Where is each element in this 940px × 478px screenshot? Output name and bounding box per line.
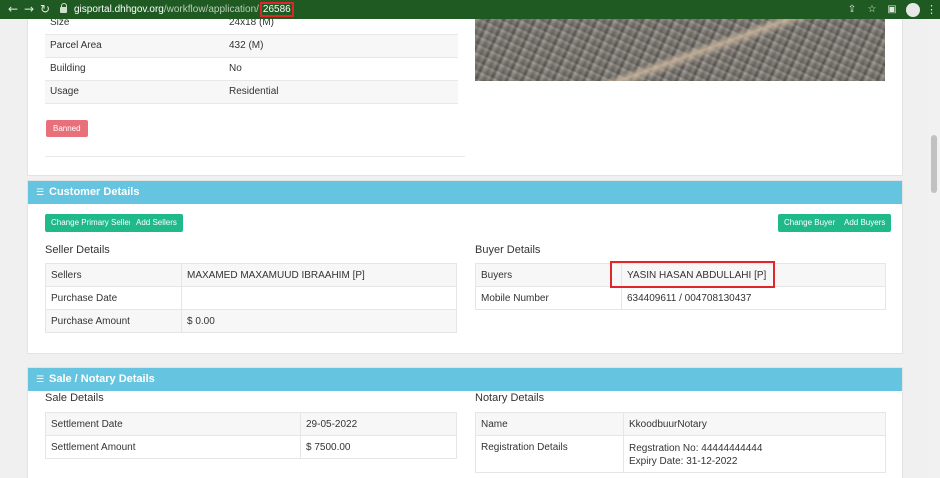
sale-value: $ 7500.00 <box>300 435 457 459</box>
page-scrollbar[interactable] <box>928 19 940 478</box>
parcel-aerial-map[interactable] <box>475 19 885 81</box>
property-card: Size 24x18 (M) Parcel Area 432 (M) Buildin… <box>27 19 903 176</box>
section-title-text: Sale / Notary Details <box>49 373 155 385</box>
address-bar[interactable]: gisportal.dhhgov.org/workflow/applicatio… <box>60 0 294 19</box>
registration-details-value: Regstration No: 44444444444 Expiry Date:… <box>623 435 886 473</box>
property-label: Size <box>45 19 224 35</box>
sale-details-title: Sale Details <box>45 392 104 404</box>
property-label: Building <box>45 57 224 81</box>
buyer-name-highlight <box>610 261 775 288</box>
expiry-date: Expiry Date: 31-12-2022 <box>629 456 738 467</box>
browser-toolbar: ← → ↻ gisportal.dhhgov.org/workflow/appl… <box>0 0 940 19</box>
seller-value: MAXAMED MAXAMUUD IBRAAHIM [P] <box>181 263 457 287</box>
url-path: /workflow/application/ <box>163 4 259 15</box>
scrollbar-thumb[interactable] <box>931 135 937 193</box>
seller-label: Purchase Amount <box>45 309 182 333</box>
sale-label: Settlement Amount <box>45 435 301 459</box>
status-badge[interactable]: Banned <box>46 120 88 137</box>
seller-label: Sellers <box>45 263 182 287</box>
notary-label: Name <box>475 412 624 436</box>
table-row: Usage Residential <box>45 80 458 104</box>
url-host: gisportal.dhhgov.org <box>74 4 164 15</box>
table-row: Purchase Date <box>45 286 457 310</box>
sale-notary-card: ☰ Sale / Notary Details Sale Details Nota… <box>27 367 903 478</box>
reload-icon[interactable]: ↻ <box>37 0 53 19</box>
property-value: No <box>224 57 458 81</box>
lock-icon <box>60 2 68 14</box>
table-row: Settlement Amount $ 7500.00 <box>45 435 457 459</box>
buyer-details-title: Buyer Details <box>475 244 541 256</box>
page-content: Size 24x18 (M) Parcel Area 432 (M) Buildin… <box>0 19 928 478</box>
property-value: Residential <box>224 80 458 104</box>
side-panel-icon[interactable]: ▣ <box>882 4 902 15</box>
table-row: Sellers MAXAMED MAXAMUUD IBRAAHIM [P] <box>45 263 457 287</box>
property-label: Parcel Area <box>45 34 224 58</box>
seller-label: Purchase Date <box>45 286 182 310</box>
bookmark-star-icon[interactable]: ☆ <box>862 4 882 15</box>
add-sellers-button[interactable]: Add Sellers <box>130 214 183 232</box>
forward-arrow-icon[interactable]: → <box>21 0 37 19</box>
buyer-label: Mobile Number <box>475 286 622 310</box>
registration-number: Regstration No: 44444444444 <box>629 443 763 454</box>
customer-details-header: ☰ Customer Details <box>28 181 902 204</box>
buyer-label: Buyers <box>475 263 622 287</box>
sale-details-table: Settlement Date 29-05-2022 Settlement Amo… <box>45 412 457 459</box>
table-row: Registration Details Regstration No: 444… <box>475 435 886 473</box>
list-icon: ☰ <box>36 188 45 198</box>
notary-details-title: Notary Details <box>475 392 545 404</box>
change-buyer-button[interactable]: Change Buyer <box>778 214 842 232</box>
property-details-table: Size 24x18 (M) Parcel Area 432 (M) Buildin… <box>45 19 458 104</box>
property-value: 24x18 (M) <box>224 19 458 35</box>
table-row: Mobile Number 634409611 / 004708130437 <box>475 286 886 310</box>
seller-details-title: Seller Details <box>45 244 110 256</box>
seller-value: $ 0.00 <box>181 309 457 333</box>
table-row: Building No <box>45 57 458 81</box>
change-primary-seller-button[interactable]: Change Primary Seller <box>45 214 138 232</box>
table-row: Purchase Amount $ 0.00 <box>45 309 457 333</box>
table-row: Parcel Area 432 (M) <box>45 34 458 58</box>
back-arrow-icon[interactable]: ← <box>5 0 21 19</box>
seller-details-table: Sellers MAXAMED MAXAMUUD IBRAAHIM [P] Pur… <box>45 263 457 333</box>
table-row: Name KkoodbuurNotary <box>475 412 886 436</box>
notary-details-table: Name KkoodbuurNotary Registration Details… <box>475 412 886 473</box>
more-menu-icon[interactable]: ⋮ <box>926 3 937 16</box>
sale-label: Settlement Date <box>45 412 301 436</box>
section-title-text: Customer Details <box>49 186 140 198</box>
table-row: Settlement Date 29-05-2022 <box>45 412 457 436</box>
list-icon: ☰ <box>36 375 45 385</box>
url-text: gisportal.dhhgov.org/workflow/applicatio… <box>74 2 294 17</box>
property-label: Usage <box>45 80 224 104</box>
share-icon[interactable]: ⇪ <box>842 4 862 15</box>
notary-label: Registration Details <box>475 435 624 473</box>
property-value: 432 (M) <box>224 34 458 58</box>
sale-notary-header: ☰ Sale / Notary Details <box>28 368 902 391</box>
url-application-id: 26586 <box>259 2 294 17</box>
divider <box>45 156 465 157</box>
customer-details-card: ☰ Customer Details Change Primary Seller … <box>27 180 903 354</box>
notary-value: KkoodbuurNotary <box>623 412 886 436</box>
profile-avatar[interactable] <box>906 2 920 17</box>
seller-value <box>181 286 457 310</box>
add-buyers-button[interactable]: Add Buyers <box>838 214 892 232</box>
table-row: Size 24x18 (M) <box>45 19 458 35</box>
buyer-value: 634409611 / 004708130437 <box>621 286 886 310</box>
sale-value: 29-05-2022 <box>300 412 457 436</box>
